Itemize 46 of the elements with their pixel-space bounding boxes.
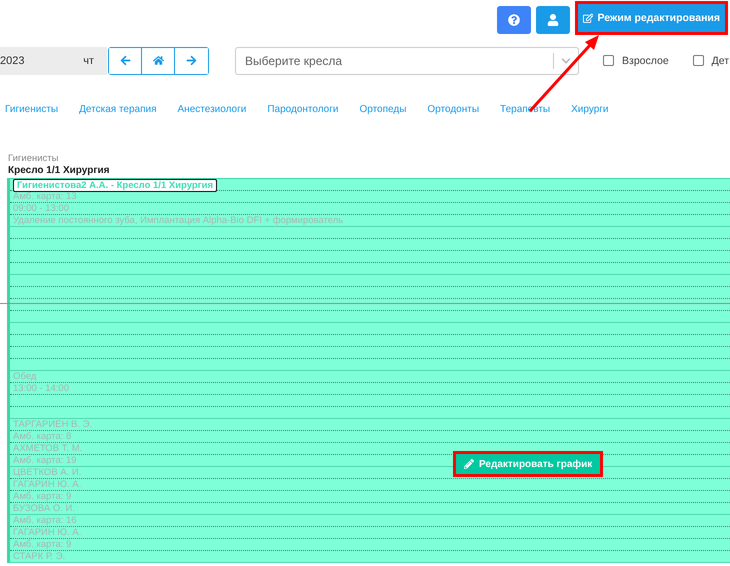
pencil-icon [464, 459, 474, 469]
appointment-text: Амб. карта: 9 [13, 539, 72, 550]
appointment-text: Амб. карта: 9 [13, 491, 72, 502]
specialty-tab[interactable]: Хирурги [571, 104, 608, 118]
edit-schedule-button[interactable]: Редактировать график [456, 454, 600, 474]
previous-day-button[interactable] [109, 48, 142, 74]
specialty-tab[interactable]: Гигиенисты [5, 104, 58, 118]
specialty-tab[interactable]: Детская терапия [79, 104, 157, 118]
right-arrow-icon [186, 55, 197, 66]
group-label: Гигиенисты [8, 153, 60, 164]
appointment-text: ЦВЕТКОВ А. И. [13, 467, 82, 478]
appointment-text: БУЗОВА О. И. [13, 503, 75, 514]
appointment-text: ГАГАРИН Ю. А. [13, 479, 82, 490]
appointment-text: Амб. карта: 13 [13, 191, 77, 202]
checkbox[interactable] [603, 55, 614, 66]
specialty-tab[interactable]: Ортопеды [359, 104, 406, 118]
date-field[interactable]: 2023 чт [0, 46, 107, 74]
specialty-tab[interactable]: Анестезиологи [178, 104, 246, 118]
appointment-text: Удаление постоянного зуба, Имплантация Alpha-Bio DFI + формирователь [13, 215, 344, 226]
help-icon [508, 14, 520, 26]
appointment-text: Амб. карта: 19 [13, 455, 77, 466]
appointment-title[interactable]: Гигиенистова2 А.А. - Кресло 1/1 Хирургия [13, 179, 218, 192]
appointment-text: Амб. карта: 8 [13, 431, 72, 442]
help-button[interactable] [497, 6, 531, 34]
user-icon [547, 14, 559, 26]
chevron-down-icon [561, 56, 571, 66]
specialty-tab[interactable]: Ортодонты [427, 104, 480, 118]
appointment-text: 13:00 - 14:00 [13, 383, 69, 394]
checkbox[interactable] [692, 55, 704, 66]
appointment-text: СТАРК Р. Э. [13, 551, 66, 562]
edit-icon [582, 12, 594, 24]
user-button[interactable] [536, 6, 570, 34]
appointment-text: ГАГАРИН Ю. А. [13, 527, 82, 538]
appointment-text: АХМЕТОВ Т. М. [13, 443, 82, 454]
checkbox-label: Взрослое [622, 54, 669, 66]
appointment-text: Обед [13, 371, 36, 382]
edit-mode-button[interactable]: Режим редактирования [578, 4, 725, 32]
appointment-text: 09:00 - 13:00 [13, 203, 69, 214]
appointment-text: ТАРГАРИЕН В. Э. [13, 419, 92, 430]
chair-select[interactable]: Выберите кресла [235, 46, 579, 74]
home-icon [152, 55, 164, 66]
left-arrow-icon [120, 55, 130, 66]
specialty-tab[interactable]: Пародонтологи [267, 104, 338, 118]
chair-title: Кресло 1/1 Хирургия [8, 165, 110, 176]
checkbox-label: Дет [712, 54, 730, 66]
appointment-text: Амб. карта: 16 [13, 515, 77, 526]
